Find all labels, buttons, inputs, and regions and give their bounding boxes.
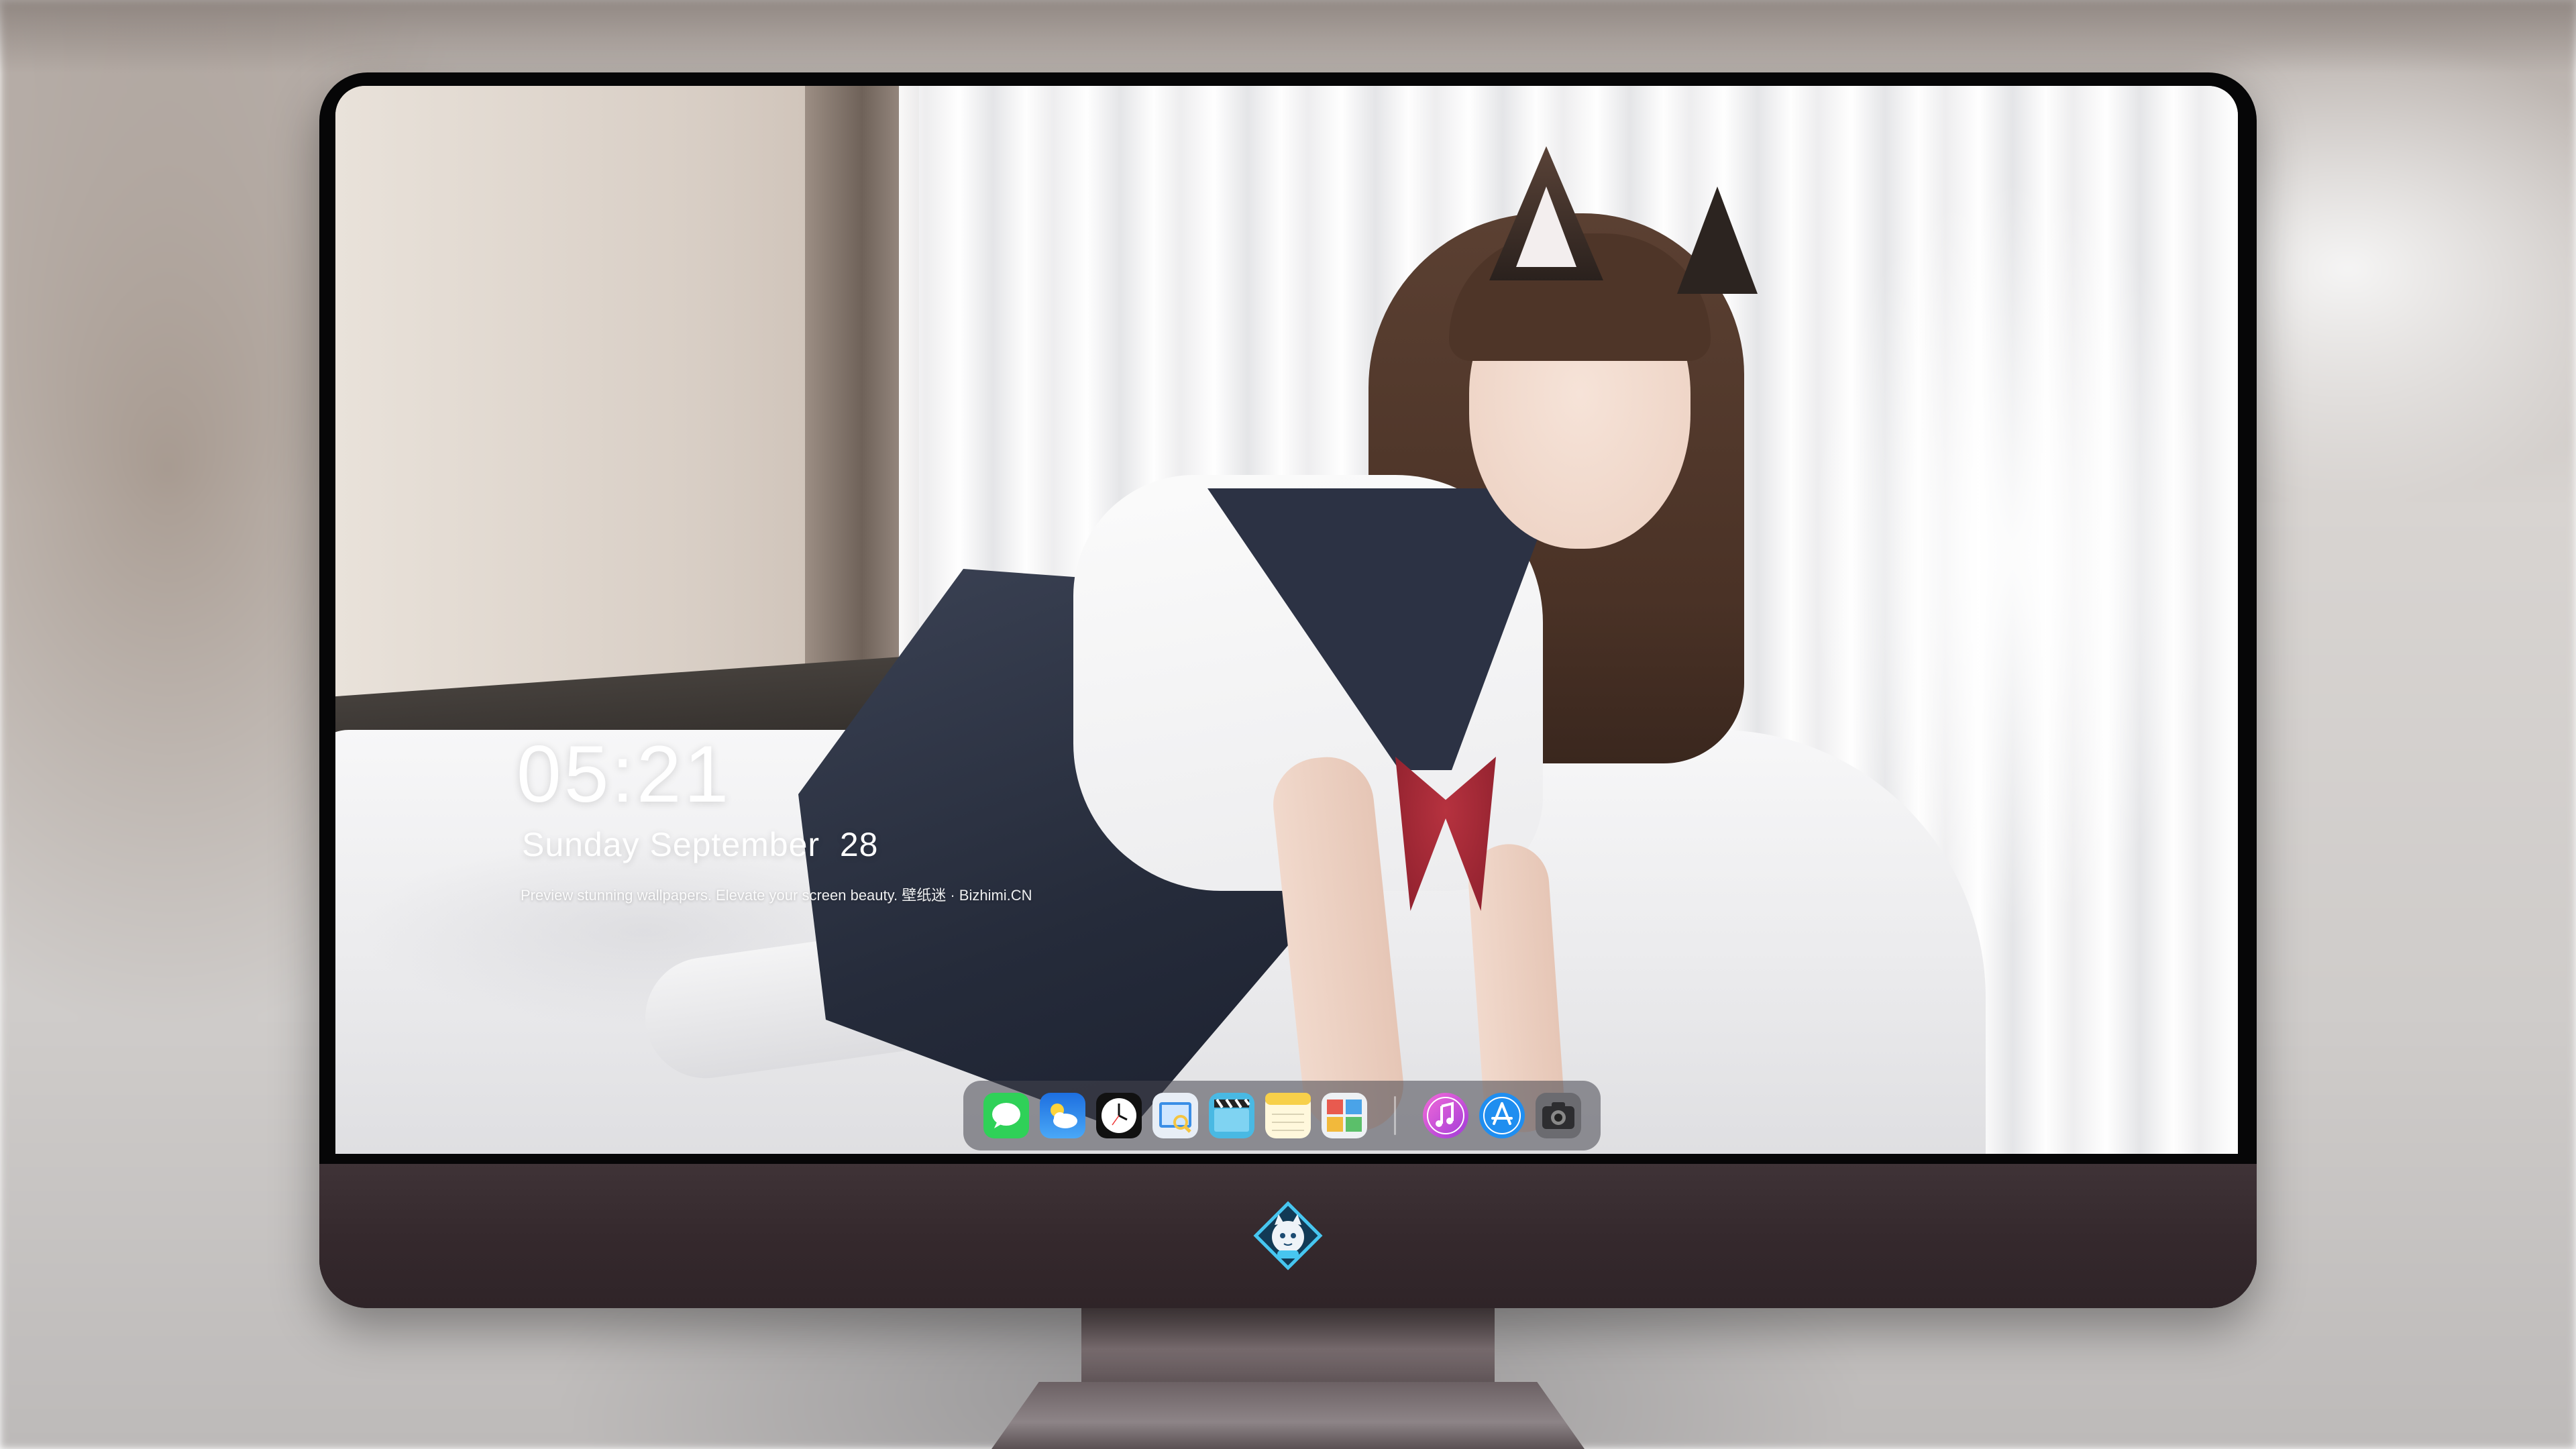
dock-separator: [1393, 1096, 1396, 1135]
lockscreen-time: 05:21: [517, 729, 732, 819]
monitor-screen: [335, 86, 2238, 1154]
lockscreen-tagline: Preview stunning wallpapers. Elevate you…: [521, 887, 1032, 904]
camera-icon[interactable]: [1535, 1093, 1581, 1138]
app-dock: [963, 1081, 1601, 1150]
lockscreen-date: Sunday September 28: [522, 826, 879, 863]
monitor-stand-neck: [1081, 1305, 1495, 1385]
weather-icon[interactable]: [1039, 1093, 1085, 1138]
photo-gallery-icon[interactable]: [1321, 1093, 1367, 1138]
monitor-stand-base: [991, 1382, 1585, 1449]
notes-icon[interactable]: [1265, 1093, 1311, 1138]
messages-icon[interactable]: [983, 1093, 1029, 1138]
clock-icon[interactable]: [1095, 1093, 1142, 1138]
video-clapper-icon[interactable]: [1208, 1093, 1254, 1138]
bizhimi-mascot-logo-icon: [1253, 1201, 1323, 1271]
background-top-shade: [0, 0, 2576, 74]
music-icon[interactable]: [1422, 1093, 1468, 1138]
app-store-icon[interactable]: [1479, 1093, 1525, 1138]
preview-icon[interactable]: [1152, 1093, 1198, 1138]
